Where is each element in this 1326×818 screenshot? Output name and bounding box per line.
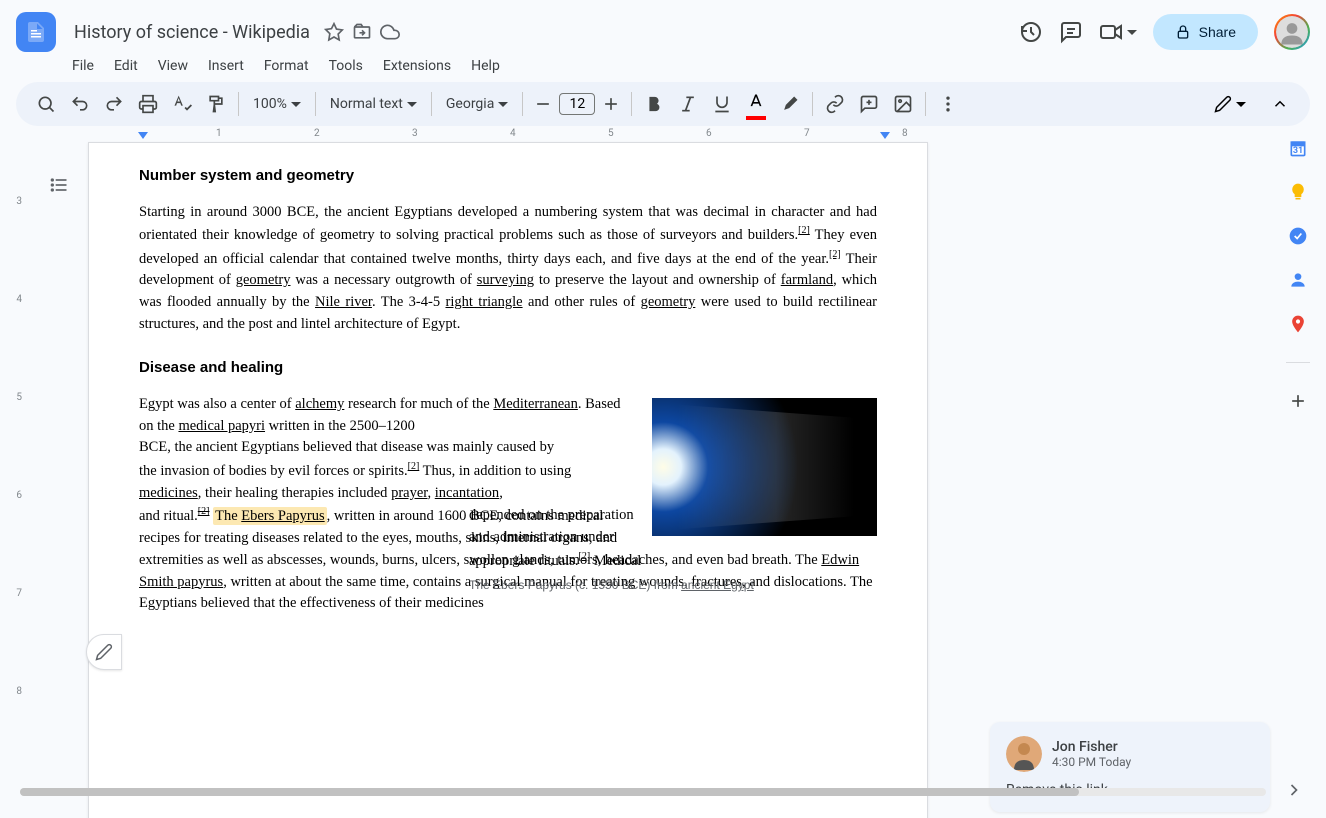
side-panel-toggle[interactable] (1284, 780, 1308, 804)
comment-author: Jon Fisher (1052, 739, 1131, 755)
paint-format-icon[interactable] (200, 88, 232, 120)
highlight-icon[interactable] (774, 88, 806, 120)
text-color-icon[interactable] (740, 86, 772, 122)
comments-icon[interactable] (1059, 20, 1083, 44)
menu-tools[interactable]: Tools (329, 56, 363, 76)
outline-toggle-button[interactable] (44, 170, 74, 200)
image-figure (652, 398, 877, 536)
document-title[interactable]: History of science - Wikipedia (68, 20, 316, 45)
header-right: Share (1019, 14, 1310, 50)
menu-insert[interactable]: Insert (208, 56, 244, 76)
scrollbar-thumb[interactable] (20, 788, 1079, 796)
menu-format[interactable]: Format (264, 56, 309, 76)
menu-extensions[interactable]: Extensions (383, 56, 451, 76)
menu-edit[interactable]: Edit (114, 56, 138, 76)
account-avatar[interactable] (1274, 14, 1310, 50)
insert-image-icon[interactable] (887, 88, 919, 120)
editing-mode-button[interactable] (1204, 89, 1256, 119)
chevron-down-icon (498, 99, 508, 109)
toolbar: 100% Normal text Georgia 12 (16, 82, 1310, 126)
menu-file[interactable]: File (72, 56, 94, 76)
add-comment-icon[interactable] (853, 88, 885, 120)
italic-icon[interactable] (672, 88, 704, 120)
tasks-icon[interactable] (1288, 226, 1308, 246)
font-size-input[interactable]: 12 (559, 93, 595, 115)
zoom-select[interactable]: 100% (245, 92, 309, 116)
menu-help[interactable]: Help (471, 56, 500, 76)
chevron-down-icon (1236, 99, 1246, 109)
collapse-toolbar-button[interactable] (1264, 88, 1296, 120)
undo-icon[interactable] (64, 88, 96, 120)
side-panel: 31 (1270, 126, 1326, 818)
header: History of science - Wikipedia Share (0, 0, 1326, 56)
print-icon[interactable] (132, 88, 164, 120)
comment-timestamp: 4:30 PM Today (1052, 755, 1131, 769)
horizontal-ruler: 1 2 3 4 5 6 7 8 (88, 126, 928, 142)
bold-icon[interactable] (638, 88, 670, 120)
workspace: 3 4 5 6 7 8 1 2 3 4 5 6 7 8 Number syste… (0, 126, 1326, 818)
increase-font-icon[interactable] (597, 90, 625, 118)
meet-button[interactable] (1099, 20, 1137, 44)
title-area: History of science - Wikipedia (68, 20, 1007, 45)
insert-link-icon[interactable] (819, 88, 851, 120)
highlighted-text: The Ebers Papyrus (213, 507, 327, 525)
redo-icon[interactable] (98, 88, 130, 120)
add-addon-icon[interactable] (1288, 391, 1308, 411)
document-content[interactable]: Number system and geometry Starting in a… (139, 143, 877, 594)
share-button[interactable]: Share (1153, 14, 1258, 50)
underline-icon[interactable] (706, 88, 738, 120)
menu-view[interactable]: View (158, 56, 188, 76)
explore-button[interactable] (86, 634, 122, 670)
keep-icon[interactable] (1288, 182, 1308, 202)
horizontal-scrollbar[interactable] (20, 788, 1266, 796)
cloud-status-icon[interactable] (380, 22, 400, 42)
vertical-ruler: 3 4 5 6 7 8 (0, 126, 30, 818)
spellcheck-icon[interactable] (166, 88, 198, 120)
search-icon[interactable] (30, 88, 62, 120)
page-area: 1 2 3 4 5 6 7 8 Number system and geomet… (30, 126, 1270, 818)
maps-icon[interactable] (1288, 314, 1308, 334)
document-page[interactable]: Number system and geometry Starting in a… (88, 142, 928, 818)
share-label: Share (1199, 24, 1236, 40)
comment-card[interactable]: Jon Fisher 4:30 PM Today Remove this lin… (990, 722, 1270, 812)
docs-logo[interactable] (16, 12, 56, 52)
chevron-down-icon (291, 99, 301, 109)
font-select[interactable]: Georgia (438, 92, 516, 116)
embedded-image[interactable] (652, 398, 877, 536)
chevron-down-icon (407, 99, 417, 109)
heading-number-system: Number system and geometry (139, 165, 877, 188)
menu-bar: File Edit View Insert Format Tools Exten… (0, 56, 1326, 82)
decrease-font-icon[interactable] (529, 90, 557, 118)
comment-avatar (1006, 736, 1042, 772)
heading-disease: Disease and healing (139, 357, 877, 380)
calendar-icon[interactable]: 31 (1288, 138, 1308, 158)
move-icon[interactable] (352, 22, 372, 42)
more-icon[interactable] (932, 88, 964, 120)
contacts-icon[interactable] (1288, 270, 1308, 290)
paragraph-1: Starting in around 3000 BCE, the ancient… (139, 202, 877, 336)
style-select[interactable]: Normal text (322, 92, 425, 116)
star-icon[interactable] (324, 22, 344, 42)
history-icon[interactable] (1019, 20, 1043, 44)
